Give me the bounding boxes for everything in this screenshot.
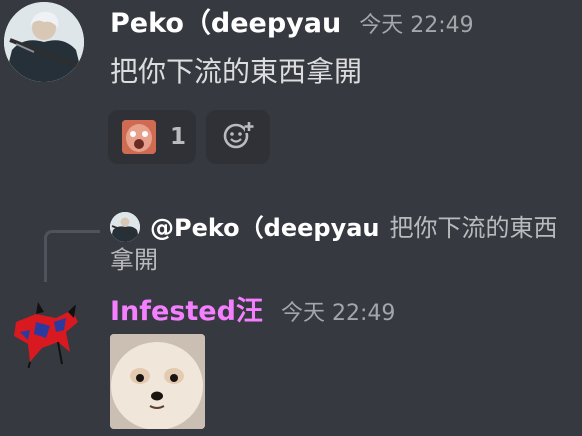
pogchamp-emoji-icon bbox=[122, 120, 156, 154]
reply-preview[interactable]: @Peko（deepyau 把你下流的東西拿開 bbox=[110, 212, 580, 276]
user-avatar-infested[interactable] bbox=[6, 292, 86, 372]
username[interactable]: Peko（deepyau bbox=[110, 6, 341, 42]
timestamp: 今天 22:49 bbox=[359, 13, 474, 38]
username[interactable]: Infested汪 bbox=[110, 294, 263, 330]
user-avatar-peko[interactable] bbox=[4, 2, 84, 82]
message-header: Peko（deepyau 今天 22:49 bbox=[110, 6, 474, 42]
reply-connector bbox=[44, 230, 100, 282]
add-reaction-button[interactable] bbox=[206, 110, 270, 164]
reaction-count: 1 bbox=[170, 124, 187, 150]
timestamp: 今天 22:49 bbox=[280, 301, 396, 326]
reply-avatar bbox=[110, 212, 140, 242]
message-content: 把你下流的東西拿開 bbox=[110, 55, 363, 88]
reply-mention[interactable]: @Peko（deepyau bbox=[150, 214, 380, 242]
add-emoji-icon bbox=[222, 119, 254, 155]
image-attachment[interactable] bbox=[110, 334, 205, 429]
reaction-button[interactable]: 1 bbox=[108, 110, 196, 164]
message-header: Infested汪 今天 22:49 bbox=[110, 294, 395, 330]
reaction-bar: 1 bbox=[108, 110, 270, 164]
